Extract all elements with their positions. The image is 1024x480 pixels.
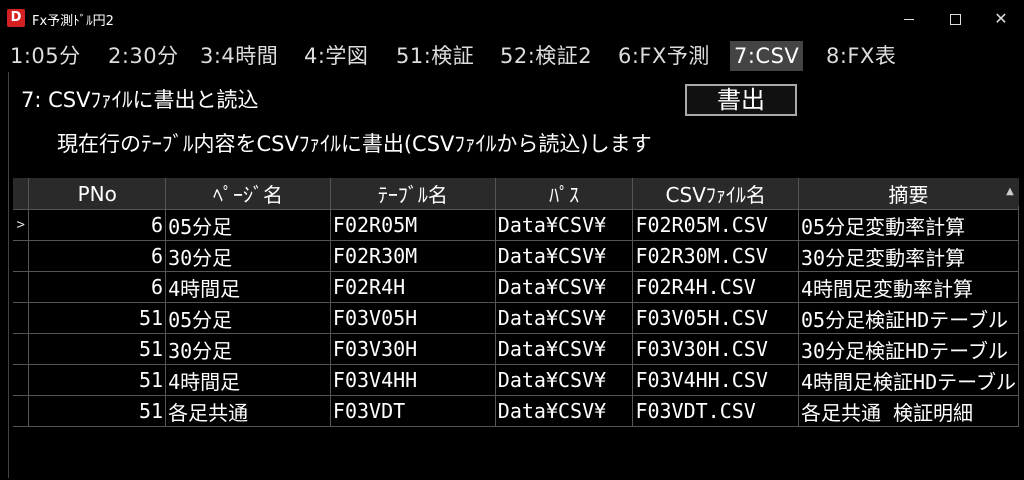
minimize-icon bbox=[904, 19, 914, 20]
tab-2-30min[interactable]: 2:30分 bbox=[104, 41, 183, 71]
cell-page-name[interactable]: 4時間足 bbox=[165, 271, 331, 303]
cell-summary[interactable]: 4時間足変動率計算 bbox=[798, 271, 1019, 303]
window-title: Fx予測ﾄﾞﾙ円2 bbox=[32, 14, 114, 29]
csv-table-grid[interactable]: PNo ﾍﾟｰｼﾞ名 ﾃｰﾌﾞﾙ名 ﾊﾟｽ CSVﾌｧｲﾙ名 摘要 > 6 05… bbox=[13, 178, 1019, 478]
cell-table-name[interactable]: F03V05H bbox=[330, 302, 496, 334]
cell-csv-file-name[interactable]: F03V05H.CSV bbox=[632, 302, 800, 334]
cell-csv-file-name[interactable]: F02R4H.CSV bbox=[632, 271, 800, 303]
cell-pno[interactable]: 51 bbox=[28, 364, 167, 396]
cell-path[interactable]: Data¥CSV¥ bbox=[495, 271, 634, 303]
close-icon: ✕ bbox=[994, 9, 1008, 28]
panel-heading: 7: CSVﾌｧｲﾙに書出と読込 bbox=[21, 88, 259, 112]
row-selector[interactable] bbox=[13, 395, 30, 427]
scroll-up-button[interactable]: ▲ bbox=[1001, 178, 1019, 206]
cell-path[interactable]: Data¥CSV¥ bbox=[495, 302, 634, 334]
row-selector-header bbox=[13, 178, 30, 210]
table-row[interactable]: 6 4時間足 F02R4H Data¥CSV¥ F02R4H.CSV 4時間足変… bbox=[13, 271, 1019, 303]
tab-52-verify2[interactable]: 52:検証2 bbox=[496, 41, 596, 71]
tab-bar: 1:05分 2:30分 3:4時間 4:学図 51:検証 52:検証2 6:FX… bbox=[0, 38, 1024, 72]
cell-table-name[interactable]: F02R30M bbox=[330, 240, 496, 272]
panel-description: 現在行のﾃｰﾌﾞﾙ内容をCSVﾌｧｲﾙに書出(CSVﾌｧｲﾙから読込)します bbox=[57, 132, 652, 156]
current-row-indicator: > bbox=[13, 209, 30, 241]
cell-summary[interactable]: 05分足検証HDテーブル bbox=[798, 302, 1019, 334]
table-row[interactable]: 51 05分足 F03V05H Data¥CSV¥ F03V05H.CSV 05… bbox=[13, 302, 1019, 334]
tab-8-fx-table[interactable]: 8:FX表 bbox=[822, 41, 900, 71]
cell-page-name[interactable]: 05分足 bbox=[165, 209, 331, 241]
maximize-icon bbox=[949, 14, 961, 25]
column-header-summary[interactable]: 摘要 bbox=[798, 178, 1019, 210]
tab-51-verify[interactable]: 51:検証 bbox=[392, 41, 478, 71]
cell-page-name[interactable]: 各足共通 bbox=[165, 395, 331, 427]
table-row[interactable]: > 6 05分足 F02R05M Data¥CSV¥ F02R05M.CSV 0… bbox=[13, 209, 1019, 241]
app-icon: D bbox=[7, 9, 25, 27]
row-selector[interactable] bbox=[13, 364, 30, 396]
cell-path[interactable]: Data¥CSV¥ bbox=[495, 209, 634, 241]
cell-table-name[interactable]: F02R4H bbox=[330, 271, 496, 303]
row-selector[interactable] bbox=[13, 271, 30, 303]
cell-pno[interactable]: 6 bbox=[28, 271, 167, 303]
cell-pno[interactable]: 51 bbox=[28, 333, 167, 365]
tab-7-csv[interactable]: 7:CSV bbox=[730, 41, 804, 71]
table-row[interactable]: 6 30分足 F02R30M Data¥CSV¥ F02R30M.CSV 30分… bbox=[13, 240, 1019, 272]
row-selector[interactable] bbox=[13, 302, 30, 334]
tab-3-4hour[interactable]: 3:4時間 bbox=[196, 41, 282, 71]
cell-page-name[interactable]: 30分足 bbox=[165, 240, 331, 272]
cell-path[interactable]: Data¥CSV¥ bbox=[495, 364, 634, 396]
cell-csv-file-name[interactable]: F03VDT.CSV bbox=[632, 395, 800, 427]
column-header-csv-file-name[interactable]: CSVﾌｧｲﾙ名 bbox=[632, 178, 800, 210]
cell-path[interactable]: Data¥CSV¥ bbox=[495, 333, 634, 365]
export-button[interactable]: 書出 bbox=[685, 84, 797, 116]
cell-pno[interactable]: 6 bbox=[28, 209, 167, 241]
column-header-page-name[interactable]: ﾍﾟｰｼﾞ名 bbox=[165, 178, 331, 210]
cell-summary[interactable]: 4時間足検証HDテーブル bbox=[798, 364, 1019, 396]
cell-table-name[interactable]: F02R05M bbox=[330, 209, 496, 241]
grid-header-row: PNo ﾍﾟｰｼﾞ名 ﾃｰﾌﾞﾙ名 ﾊﾟｽ CSVﾌｧｲﾙ名 摘要 bbox=[13, 178, 1019, 210]
cell-csv-file-name[interactable]: F03V4HH.CSV bbox=[632, 364, 800, 396]
cell-summary[interactable]: 30分足変動率計算 bbox=[798, 240, 1019, 272]
table-row[interactable]: 51 4時間足 F03V4HH Data¥CSV¥ F03V4HH.CSV 4時… bbox=[13, 364, 1019, 396]
tab-4-gakuzu[interactable]: 4:学図 bbox=[300, 41, 372, 71]
tab-6-fx-forecast[interactable]: 6:FX予測 bbox=[614, 41, 714, 71]
cell-table-name[interactable]: F03VDT bbox=[330, 395, 496, 427]
cell-pno[interactable]: 6 bbox=[28, 240, 167, 272]
title-bar: D Fx予測ﾄﾞﾙ円2 ✕ bbox=[0, 0, 1024, 38]
cell-pno[interactable]: 51 bbox=[28, 395, 167, 427]
cell-csv-file-name[interactable]: F02R05M.CSV bbox=[632, 209, 800, 241]
cell-page-name[interactable]: 05分足 bbox=[165, 302, 331, 334]
cell-summary[interactable]: 05分足変動率計算 bbox=[798, 209, 1019, 241]
close-button[interactable]: ✕ bbox=[978, 0, 1024, 38]
table-row[interactable]: 51 30分足 F03V30H Data¥CSV¥ F03V30H.CSV 30… bbox=[13, 333, 1019, 365]
row-selector[interactable] bbox=[13, 333, 30, 365]
chevron-up-icon: ▲ bbox=[1006, 186, 1014, 197]
maximize-button[interactable] bbox=[932, 0, 978, 38]
column-header-path[interactable]: ﾊﾟｽ bbox=[495, 178, 634, 210]
cell-page-name[interactable]: 4時間足 bbox=[165, 364, 331, 396]
cell-csv-file-name[interactable]: F02R30M.CSV bbox=[632, 240, 800, 272]
cell-summary[interactable]: 30分足検証HDテーブル bbox=[798, 333, 1019, 365]
tab-1-05min[interactable]: 1:05分 bbox=[6, 41, 85, 71]
table-row[interactable]: 51 各足共通 F03VDT Data¥CSV¥ F03VDT.CSV 各足共通… bbox=[13, 395, 1019, 427]
cell-page-name[interactable]: 30分足 bbox=[165, 333, 331, 365]
column-header-pno[interactable]: PNo bbox=[28, 178, 167, 210]
cell-table-name[interactable]: F03V4HH bbox=[330, 364, 496, 396]
cell-path[interactable]: Data¥CSV¥ bbox=[495, 395, 634, 427]
cell-pno[interactable]: 51 bbox=[28, 302, 167, 334]
column-header-table-name[interactable]: ﾃｰﾌﾞﾙ名 bbox=[330, 178, 496, 210]
cell-csv-file-name[interactable]: F03V30H.CSV bbox=[632, 333, 800, 365]
row-selector[interactable] bbox=[13, 240, 30, 272]
cell-table-name[interactable]: F03V30H bbox=[330, 333, 496, 365]
minimize-button[interactable] bbox=[886, 0, 932, 38]
cell-path[interactable]: Data¥CSV¥ bbox=[495, 240, 634, 272]
cell-summary[interactable]: 各足共通 検証明細 bbox=[798, 395, 1019, 427]
csv-panel: 7: CSVﾌｧｲﾙに書出と読込 書出 現在行のﾃｰﾌﾞﾙ内容をCSVﾌｧｲﾙに… bbox=[8, 72, 1019, 478]
